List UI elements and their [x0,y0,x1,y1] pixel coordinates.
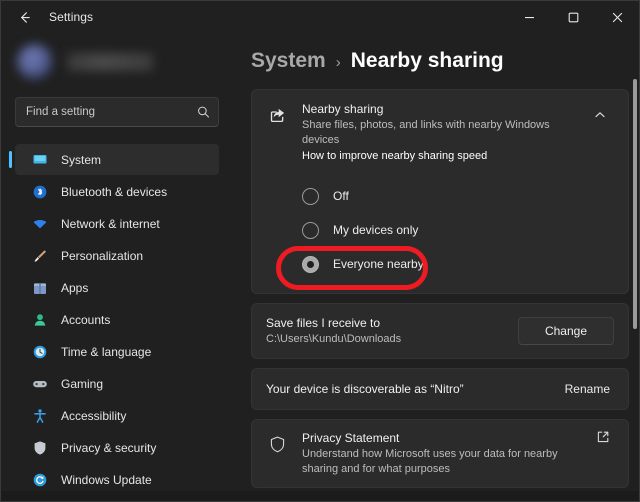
sidebar-item-label: Personalization [61,248,144,263]
sidebar-item-network-internet[interactable]: Network & internet [15,208,219,239]
change-button[interactable]: Change [517,317,614,345]
close-button[interactable] [595,1,639,33]
update-icon [31,471,48,488]
wifi-icon [31,215,48,232]
sidebar-item-label: Gaming [61,376,104,391]
radio-option-everyone-nearby[interactable]: Everyone nearby [252,247,628,281]
breadcrumb-separator: › [335,54,341,71]
minimize-icon [524,16,534,18]
radio-button-selected[interactable] [302,255,319,273]
radio-option-off[interactable]: Off [252,179,628,213]
search-box[interactable] [15,97,219,127]
sidebar-item-label: Apps [61,280,89,295]
back-button[interactable] [7,3,41,31]
bluetooth-icon [31,183,48,200]
shield-icon [31,439,48,456]
nearby-sharing-text: Nearby sharing Share files, photos, and … [302,101,586,164]
radio-label: My devices only [333,223,419,237]
shield-icon [266,433,288,455]
sidebar-item-system[interactable]: System [9,144,219,175]
sidebar-item-label: Accounts [61,312,111,327]
nearby-sharing-header[interactable]: Nearby sharing Share files, photos, and … [252,90,628,175]
search-input[interactable] [16,106,218,118]
clock-icon [31,343,48,360]
window-bottom-edge [1,491,639,501]
save-location-path: C:\Users\Kundu\Downloads [266,333,402,345]
nearby-sharing-subtitle: Share files, photos, and links with near… [302,119,550,146]
privacy-statement-title: Privacy Statement [302,431,400,445]
sidebar-item-label: Windows Update [61,472,152,487]
window-body: System Bluetooth & devices [1,33,639,501]
user-profile[interactable] [9,33,225,95]
main-content: System › Nearby sharing Nearby sharing S [233,33,639,501]
back-arrow-icon [20,11,30,23]
gamepad-icon [31,375,48,392]
sidebar-item-label: Privacy & security [61,440,157,455]
person-icon [31,311,48,328]
sidebar-item-privacy-security[interactable]: Privacy & security [15,432,219,463]
rename-button[interactable]: Rename [565,382,614,396]
page-title: Nearby sharing [350,49,504,72]
sidebar-item-apps[interactable]: Apps [15,272,219,303]
maximize-button[interactable] [551,1,595,33]
nearby-sharing-title: Nearby sharing [302,102,384,116]
external-link-icon[interactable] [592,430,614,444]
sidebar-item-label: System [61,152,102,167]
save-location-title: Save files I receive to [266,316,381,330]
radio-label: Everyone nearby [333,257,424,271]
privacy-statement-row: Privacy Statement Understand how Microso… [252,420,628,487]
close-icon [612,12,622,22]
monitor-icon [31,151,48,168]
nearby-sharing-card: Nearby sharing Share files, photos, and … [251,89,629,294]
radio-button[interactable] [302,221,319,239]
breadcrumb-parent[interactable]: System [251,49,326,73]
sidebar-item-accounts[interactable]: Accounts [15,304,219,335]
avatar [17,44,53,80]
settings-window: Settings Find a setting System Bluetooth… [0,0,640,502]
device-discoverable-text: Your device is discoverable as “Nitro” [266,382,464,396]
radio-label: Off [333,189,349,203]
privacy-statement-subtitle: Understand how Microsoft uses your data … [302,448,558,475]
window-title: Settings [49,10,94,24]
privacy-statement-text: Privacy Statement Understand how Microso… [302,430,592,477]
device-name-row: Your device is discoverable as “Nitro” R… [252,369,628,409]
maximize-icon [568,12,578,22]
share-icon [266,104,288,126]
sidebar-item-accessibility[interactable]: Accessibility [15,400,219,431]
chevron-up-icon[interactable] [586,103,614,127]
user-name-redacted [67,53,153,71]
save-location-card: Save files I receive to C:\Users\Kundu\D… [251,303,629,359]
sidebar-item-bluetooth-devices[interactable]: Bluetooth & devices [15,176,219,207]
save-location-row: Save files I receive to C:\Users\Kundu\D… [252,304,628,358]
paintbrush-icon [31,247,48,264]
window-controls [507,1,639,33]
sidebar-item-label: Bluetooth & devices [61,184,168,199]
sidebar-item-label: Accessibility [61,408,127,423]
privacy-statement-card[interactable]: Privacy Statement Understand how Microso… [251,419,629,488]
sidebar-item-label: Time & language [61,344,152,359]
title-bar: Settings [1,1,639,33]
minimize-button[interactable] [507,1,551,33]
breadcrumb: System › Nearby sharing [251,33,629,89]
apps-icon [31,279,48,296]
sidebar-nav: System Bluetooth & devices Network & int… [9,141,225,501]
sidebar-item-time-language[interactable]: Time & language [15,336,219,367]
sidebar-item-label: Network & internet [61,216,160,231]
nearby-sharing-speed-link[interactable]: How to improve nearby sharing speed [302,149,586,164]
device-name-card: Your device is discoverable as “Nitro” R… [251,368,629,410]
search-icon [197,106,210,119]
device-name-text: Your device is discoverable as “Nitro” [266,381,565,397]
radio-option-my-devices-only[interactable]: My devices only [252,213,628,247]
sidebar-item-personalization[interactable]: Personalization [15,240,219,271]
sidebar-item-gaming[interactable]: Gaming [15,368,219,399]
accessibility-icon [31,407,48,424]
radio-button[interactable] [302,187,319,205]
scrollbar[interactable] [633,79,637,493]
scrollbar-thumb[interactable] [633,79,637,329]
save-location-text: Save files I receive to C:\Users\Kundu\D… [266,315,518,347]
nearby-sharing-options: Off My devices only Everyone nearby [252,175,628,293]
sidebar: System Bluetooth & devices [1,33,233,501]
